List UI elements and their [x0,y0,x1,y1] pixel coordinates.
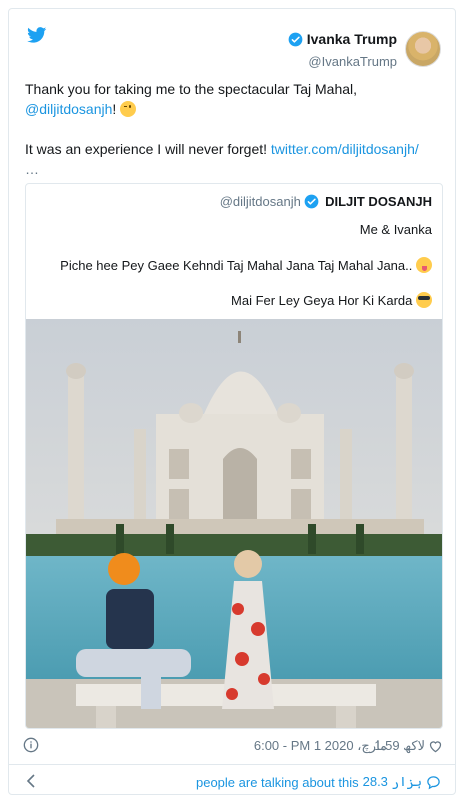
quoted-header[interactable]: @diljitdosanjh DILJIT DOSANJH [220,194,432,209]
quoted-tweet[interactable]: @diljitdosanjh DILJIT DOSANJH Me & Ivank… [25,183,443,729]
quoted-text-line1: Me & Ivanka [359,222,432,237]
talking-count[interactable]: 28.3 ہزار [363,774,422,790]
conversation-link[interactable]: people are talking about this 28.3 ہزار [196,774,441,790]
author-name[interactable]: Ivanka Trump [307,31,397,48]
sunglasses-emoji-icon [416,292,432,308]
footer-divider [9,764,455,765]
tweet-text-line2: It was an experience I will never forget… [25,141,268,157]
tweet-meta: 6:00 - PM 1 مارچ، 2020 1.59 لاکھ [9,737,457,757]
quoted-name[interactable]: DILJIT DOSANJH [325,194,432,209]
quoted-text-line3: Mai Fer Ley Geya Hor Ki Karda [231,292,432,308]
winking-face-emoji-icon [120,101,137,117]
tweet-timestamp[interactable]: 6:00 - PM 1 مارچ، 2020 [254,738,387,754]
avatar[interactable] [405,31,441,67]
mention-link[interactable]: @diljitdosanjh [25,101,112,117]
like-action[interactable]: 1.59 لاکھ [374,738,443,754]
tweet-footer: people are talking about this 28.3 ہزار [9,773,455,793]
author-name-row[interactable]: Ivanka Trump [288,31,397,48]
quoted-photo-taj-mahal[interactable] [26,319,443,729]
twitter-bird-icon[interactable] [27,27,47,43]
verified-badge-icon [305,194,319,209]
info-icon[interactable] [23,737,39,753]
quoted-text-line3-text: Mai Fer Ley Geya Hor Ki Karda [231,293,413,308]
like-count: 1.59 لاکھ [374,738,425,753]
heart-icon[interactable] [428,739,443,753]
ellipsis: … [25,161,39,177]
author-handle[interactable]: @IvankaTrump [288,53,397,70]
chevron-left-icon[interactable] [26,774,36,788]
tweet-card: Ivanka Trump @IvankaTrump Thank you for … [8,8,456,795]
quoted-text-line2: Piche hee Pey Gaee Kehndi Taj Mahal Jana… [60,257,432,273]
speech-bubble-icon[interactable] [426,775,441,790]
verified-badge-icon [288,32,303,47]
talking-label[interactable]: people are talking about this [196,775,359,790]
quoted-text-line2-text: Piche hee Pey Gaee Kehndi Taj Mahal Jana… [60,258,413,273]
quoted-handle[interactable]: @diljitdosanjh [220,194,301,209]
tweet-text-line1: Thank you for taking me to the spectacul… [25,81,358,97]
winking-tongue-emoji-icon [416,257,432,273]
exclamation: ! [112,101,117,117]
tweet-link[interactable]: twitter.com/diljitdosanjh/ [271,141,419,157]
tweet-body: Thank you for taking me to the spectacul… [25,79,445,179]
author-block[interactable]: Ivanka Trump @IvankaTrump [288,31,397,70]
